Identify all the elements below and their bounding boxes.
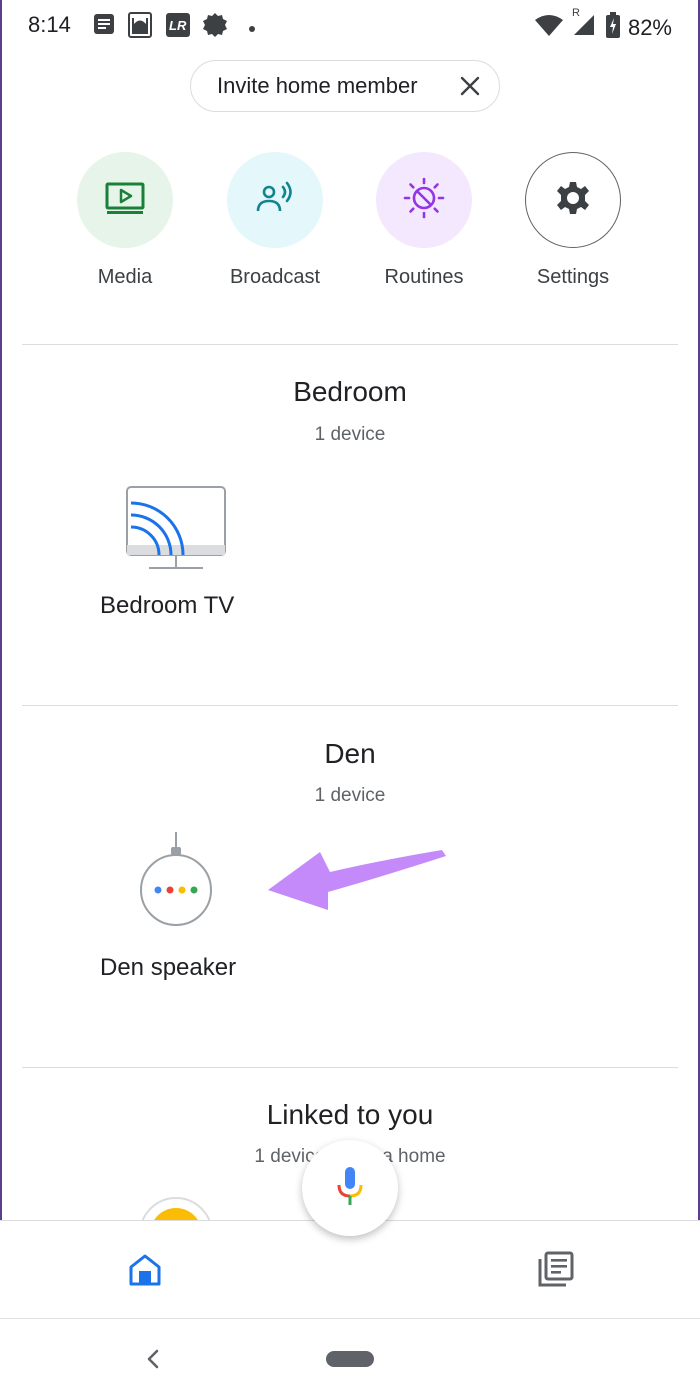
cast-tv-icon <box>125 485 227 576</box>
routines-label: Routines <box>384 266 464 288</box>
svg-text:LR: LR <box>169 18 187 33</box>
linked-title: Linked to you <box>266 1099 434 1130</box>
battery-percentage: 82% <box>627 14 672 40</box>
settings-icon-circle <box>525 152 621 248</box>
annotation-arrow-icon <box>262 846 448 921</box>
room-device-count-den: 1 device <box>314 785 386 806</box>
broadcast-button[interactable]: Broadcast <box>200 152 350 289</box>
home-gesture-pill[interactable] <box>326 1351 374 1367</box>
divider <box>22 705 678 706</box>
routines-icon-circle <box>376 152 472 248</box>
mic-icon <box>335 1165 365 1212</box>
device-bedroom-tv[interactable]: Bedroom TV <box>90 480 270 630</box>
quick-actions: Media Broadcast Routines Settings <box>0 152 700 302</box>
divider <box>22 1067 678 1068</box>
notes-icon <box>93 12 115 41</box>
google-home-mini-icon <box>138 830 214 935</box>
broadcast-label: Broadcast <box>229 266 321 288</box>
room-device-count-bedroom: 1 device <box>314 424 386 445</box>
close-icon[interactable] <box>459 75 481 102</box>
room-title-bedroom: Bedroom <box>293 376 407 407</box>
device-den-speaker[interactable]: Den speaker <box>90 830 270 990</box>
broadcast-icon-circle <box>227 152 323 248</box>
lr-icon: LR <box>165 12 191 43</box>
dot-icon <box>248 20 256 38</box>
settings-button[interactable]: Settings <box>498 152 648 289</box>
battery-icon <box>605 12 620 43</box>
badge-icon <box>202 12 228 43</box>
feed-tab-icon[interactable] <box>538 1251 574 1292</box>
mosque-icon <box>128 12 152 43</box>
signal-icon: R <box>572 7 598 42</box>
invite-home-member-chip[interactable]: Invite home member <box>190 60 500 112</box>
media-label: Media <box>97 266 153 288</box>
system-navigation-bar <box>0 1318 700 1400</box>
room-title-den: Den <box>324 738 376 769</box>
invite-chip-label: Invite home member <box>217 73 418 98</box>
media-button[interactable]: Media <box>50 152 200 289</box>
linked-device[interactable] <box>138 1196 214 1222</box>
wifi-icon <box>534 13 564 42</box>
status-right: R 82% <box>534 7 672 43</box>
divider <box>22 344 678 345</box>
routines-button[interactable]: Routines <box>349 152 499 289</box>
settings-label: Settings <box>536 266 610 288</box>
device-label-bedroom-tv: Bedroom TV <box>100 592 235 619</box>
device-label-den-speaker: Den speaker <box>100 954 237 981</box>
back-icon[interactable] <box>145 1347 161 1376</box>
gear-icon <box>555 180 591 221</box>
status-bar: 8:14 LR R 82% <box>0 0 700 52</box>
routines-icon <box>403 177 445 224</box>
roaming-indicator: R <box>571 7 580 19</box>
media-icon <box>105 182 145 219</box>
home-tab-icon[interactable] <box>128 1253 162 1292</box>
status-time: 8:14 <box>28 12 71 37</box>
media-icon-circle <box>77 152 173 248</box>
broadcast-icon <box>255 181 295 220</box>
assistant-mic-button[interactable] <box>302 1140 398 1236</box>
